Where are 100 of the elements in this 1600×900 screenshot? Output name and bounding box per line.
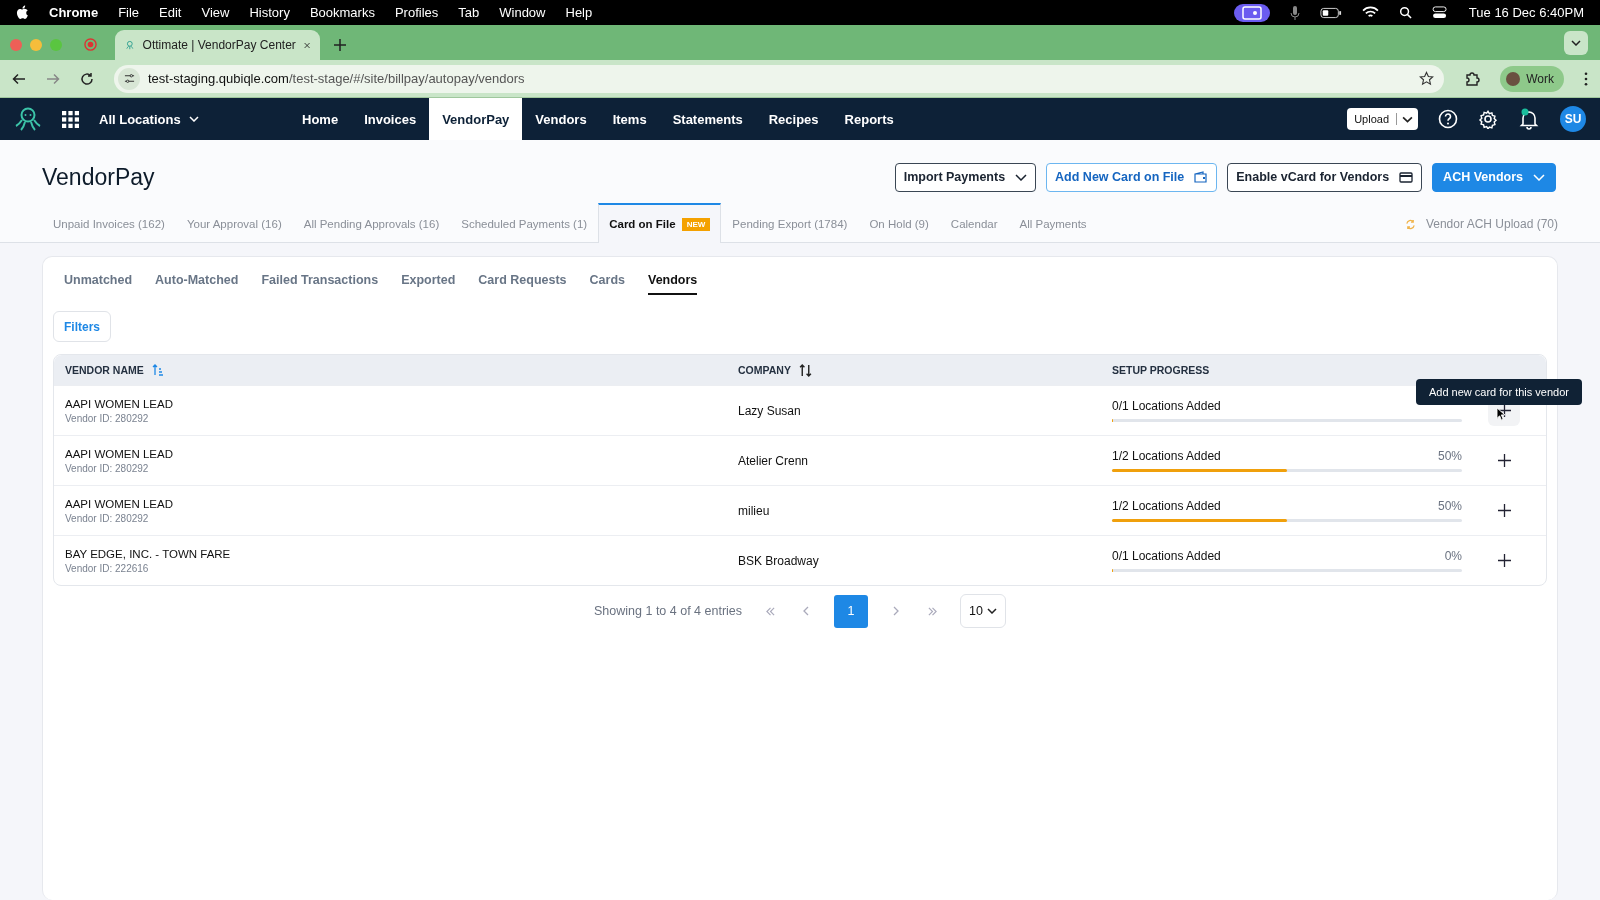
settings-icon[interactable]	[1478, 109, 1498, 129]
vendor-name: AAPI WOMEN LEAD	[65, 447, 174, 460]
vendor-name: AAPI WOMEN LEAD	[65, 497, 174, 510]
sub-tab[interactable]: Auto-Matched	[155, 273, 239, 295]
company-name: Lazy Susan	[738, 403, 801, 418]
column-header[interactable]: COMPANY	[738, 363, 1112, 377]
menu-item[interactable]: Help	[565, 5, 593, 20]
extensions-icon[interactable]	[1464, 70, 1481, 87]
nav-item[interactable]: Reports	[831, 98, 907, 140]
plus-icon	[1497, 454, 1511, 467]
nav-item[interactable]: Vendors	[522, 98, 600, 140]
user-avatar[interactable]: SU	[1560, 106, 1586, 132]
tab[interactable]: Card on File NEW	[598, 203, 722, 243]
column-header: SETUP PROGRESS	[1112, 364, 1211, 376]
location-dropdown[interactable]: All Locations	[99, 111, 269, 127]
chevron-down-icon	[1571, 40, 1581, 46]
sub-tab[interactable]: Unmatched	[64, 273, 133, 295]
filters-button[interactable]: Filters	[53, 311, 111, 342]
browser-tab[interactable]: Ottimate | VendorPay Center	[115, 30, 320, 60]
help-icon[interactable]	[1438, 109, 1458, 129]
menu-item[interactable]: Bookmarks	[309, 5, 375, 20]
chevron-down-icon	[1015, 173, 1028, 181]
progress-label: 1/2 Locations Added	[1112, 499, 1221, 513]
close-icon[interactable]	[303, 40, 310, 50]
menu-item[interactable]: Profiles	[394, 5, 439, 20]
company-name: Atelier Crenn	[738, 453, 809, 468]
sort-icon[interactable]	[798, 363, 812, 377]
address-bar[interactable]: test-staging.qubiqle.com/test-stage/#/site/billpay/autopay/vendors	[114, 64, 1445, 93]
chevron-down-icon	[188, 116, 199, 122]
wallet-icon	[1194, 171, 1209, 183]
more-icon[interactable]	[1584, 71, 1588, 86]
apps-grid-icon[interactable]	[62, 110, 79, 128]
nav-item[interactable]: Recipes	[755, 98, 832, 140]
sort-ascending-icon[interactable]	[151, 364, 164, 376]
action-button[interactable]: Enable vCard for Vendors	[1227, 162, 1423, 192]
sub-tab[interactable]: Cards	[589, 273, 625, 295]
sub-tab[interactable]: Vendors	[648, 273, 698, 295]
action-button[interactable]: Import Payments	[894, 162, 1037, 192]
vendor-name: AAPI WOMEN LEAD	[65, 397, 174, 410]
progress-percent: 50%	[1437, 449, 1462, 463]
notification-bell-icon[interactable]	[1518, 108, 1540, 130]
menu-item[interactable]: Edit	[159, 5, 182, 20]
menu-clock[interactable]: Tue 16 Dec 6:40PM	[1468, 5, 1584, 20]
back-icon[interactable]	[12, 71, 26, 86]
nav-item[interactable]: VendorPay	[429, 98, 523, 140]
vendor-id: Vendor ID: 222616	[65, 562, 150, 574]
plus-icon	[1497, 504, 1511, 517]
menu-item[interactable]: File	[118, 5, 140, 20]
column-header[interactable]: VENDOR NAME	[54, 364, 738, 376]
menu-item[interactable]: View	[201, 5, 230, 20]
sub-tab[interactable]: Card Requests	[478, 273, 567, 295]
menu-item[interactable]: History	[249, 5, 290, 20]
menu-app-name[interactable]: Chrome	[49, 5, 99, 20]
reload-icon[interactable]	[80, 71, 94, 86]
search-icon[interactable]	[1398, 6, 1412, 19]
nav-item[interactable]: Invoices	[351, 98, 430, 140]
nav-item[interactable]: Items	[599, 98, 660, 140]
chevron-down-icon	[1402, 115, 1413, 123]
refresh-icon	[1404, 218, 1416, 230]
page-button[interactable]: 1	[834, 594, 869, 628]
credit-card-icon	[1399, 171, 1414, 183]
progress-percent: 50%	[1437, 499, 1462, 513]
vendor-id: Vendor ID: 280292	[65, 512, 150, 524]
nav-item[interactable]: Statements	[659, 98, 756, 140]
apple-icon[interactable]	[16, 5, 29, 20]
tooltip: Add new card for this vendor	[1415, 379, 1582, 405]
nav-item[interactable]: Home	[289, 98, 352, 140]
new-tab-icon[interactable]	[334, 38, 346, 51]
chevron-down-icon	[986, 608, 997, 614]
control-center-icon[interactable]	[1431, 6, 1449, 19]
cursor-icon	[1496, 407, 1505, 421]
vendor-id: Vendor ID: 280292	[65, 462, 150, 474]
page-title: VendorPay	[42, 163, 155, 191]
new-badge: NEW	[681, 217, 711, 231]
wifi-icon[interactable]	[1361, 6, 1379, 19]
octopus-logo-icon[interactable]	[14, 105, 42, 133]
pagination-summary: Showing 1 to 4 of 4 entries	[594, 604, 743, 618]
company-name: milieu	[738, 503, 770, 518]
progress-percent: 0%	[1444, 549, 1462, 563]
battery-icon[interactable]	[1319, 6, 1342, 19]
menu-item[interactable]: Window	[499, 5, 546, 20]
sub-tab[interactable]: Exported	[401, 273, 456, 295]
octopus-icon	[125, 38, 135, 52]
vendor-id: Vendor ID: 280292	[65, 412, 150, 424]
chevron-down-icon	[1533, 173, 1545, 181]
action-button[interactable]: ACH Vendors	[1432, 162, 1556, 192]
vendor-name: BAY EDGE, INC. - TOWN FARE	[65, 547, 232, 560]
menu-item[interactable]: Tab	[458, 5, 480, 20]
microphone-icon[interactable]	[1289, 4, 1300, 21]
page-size-dropdown[interactable]: 10	[960, 594, 1006, 628]
upload-button[interactable]: Upload	[1347, 108, 1418, 130]
company-name: BSK Broadway	[738, 553, 819, 568]
progress-label: 1/2 Locations Added	[1112, 449, 1221, 463]
profile-button[interactable]: Work	[1500, 65, 1564, 92]
tab-search-button[interactable]	[1564, 31, 1588, 55]
action-button[interactable]: Add New Card on File	[1046, 162, 1218, 192]
plus-icon	[1497, 554, 1511, 567]
screen-share-icon[interactable]	[1233, 3, 1270, 22]
progress-label: 0/1 Locations Added	[1112, 549, 1221, 563]
sub-tab[interactable]: Failed Transactions	[261, 273, 379, 295]
